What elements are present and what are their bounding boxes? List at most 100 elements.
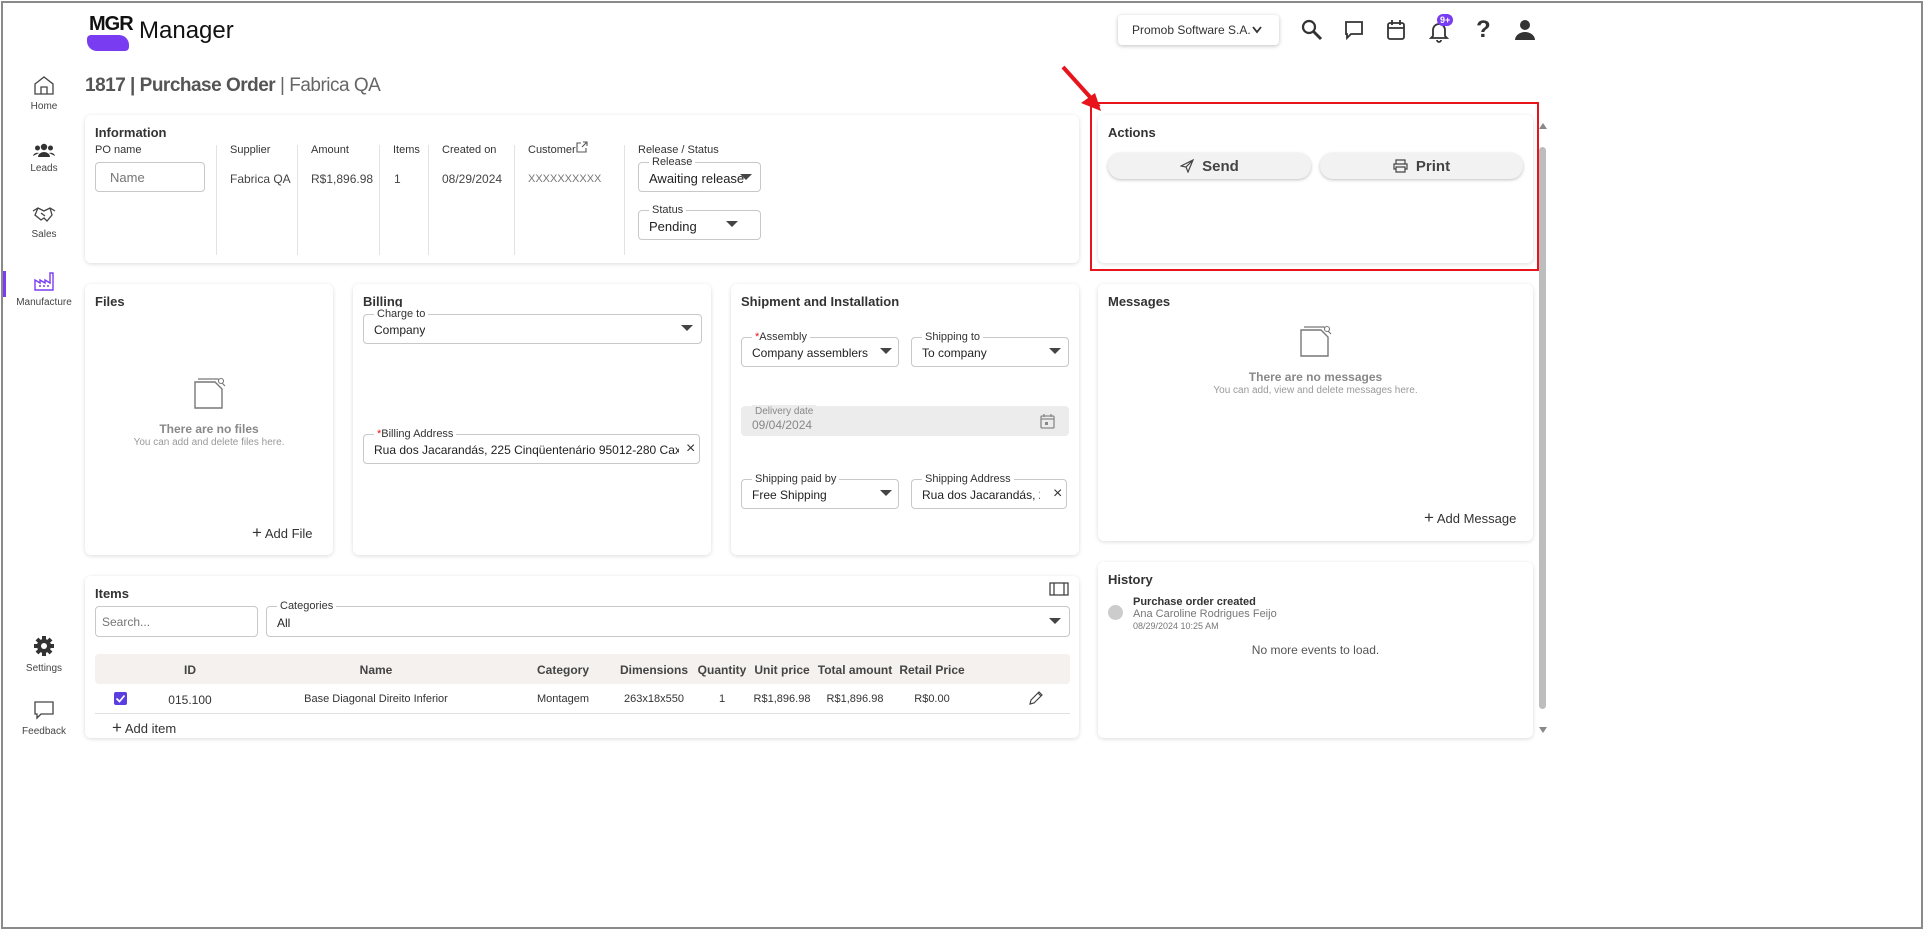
charge-to-value: Company bbox=[374, 323, 426, 337]
calendar-icon[interactable] bbox=[1386, 19, 1406, 41]
add-file-button[interactable]: + Add File bbox=[252, 523, 313, 543]
add-file-label: Add File bbox=[264, 526, 313, 541]
caret-down-icon bbox=[1049, 618, 1061, 624]
sidebar-label: Sales bbox=[31, 229, 57, 240]
files-empty-subtitle: You can add and delete files here. bbox=[133, 437, 285, 448]
shipping-address-field[interactable]: Shipping Address Rua dos Jacarandás, 225… bbox=[911, 472, 1067, 509]
calendar-icon[interactable] bbox=[1040, 413, 1055, 429]
sidebar-item-leads[interactable]: Leads bbox=[3, 143, 85, 174]
plus-icon: + bbox=[252, 523, 262, 542]
scroll-up-arrow[interactable] bbox=[1539, 123, 1547, 129]
customer-value: XXXXXXXXXX bbox=[528, 173, 602, 185]
column-header-unit-price[interactable]: Unit price bbox=[754, 663, 809, 677]
scroll-down-arrow[interactable] bbox=[1539, 727, 1547, 733]
billing-address-field[interactable]: *Billing Address Rua dos Jacarandás, 225… bbox=[363, 427, 700, 464]
external-link-icon[interactable] bbox=[576, 141, 588, 153]
event-dot bbox=[1108, 605, 1123, 620]
release-value: Awaiting release bbox=[649, 171, 745, 186]
items-search-input[interactable] bbox=[95, 606, 258, 637]
status-select[interactable]: Status Pending bbox=[638, 203, 761, 240]
cell-id: 015.100 bbox=[168, 693, 212, 707]
sidebar-item-settings[interactable]: Settings bbox=[3, 635, 85, 674]
notifications-button[interactable]: 9+ bbox=[1429, 14, 1455, 43]
divider bbox=[216, 145, 217, 255]
items-value: 1 bbox=[394, 172, 401, 186]
scrollbar-thumb[interactable] bbox=[1539, 147, 1546, 709]
column-header-dimensions[interactable]: Dimensions bbox=[620, 663, 688, 677]
history-end-message: No more events to load. bbox=[1251, 643, 1380, 657]
user-avatar-icon[interactable] bbox=[1513, 18, 1537, 42]
sidebar-item-home[interactable]: Home bbox=[3, 75, 85, 112]
add-message-button[interactable]: + Add Message bbox=[1424, 508, 1516, 528]
clear-icon[interactable]: × bbox=[686, 440, 695, 458]
messages-empty-subtitle: You can add, view and delete messages he… bbox=[1213, 385, 1418, 396]
sidebar-item-sales[interactable]: Sales bbox=[3, 205, 85, 240]
notification-badge: 9+ bbox=[1437, 14, 1454, 26]
cell-total-amount: R$1,896.98 bbox=[826, 693, 884, 705]
feedback-icon bbox=[34, 701, 54, 720]
assembly-select[interactable]: *Assembly Company assemblers bbox=[741, 330, 899, 367]
messages-empty-title: There are no messages bbox=[1248, 370, 1383, 384]
company-name: Promob Software S.A. bbox=[1132, 23, 1251, 37]
customer-label: Customer bbox=[528, 144, 576, 156]
row-checkbox[interactable] bbox=[114, 692, 127, 705]
search-icon[interactable] bbox=[1301, 19, 1323, 41]
app-name: Manager bbox=[139, 17, 234, 44]
columns-toggle-icon[interactable] bbox=[1049, 582, 1069, 596]
delivery-date-field[interactable]: Delivery date 09/04/2024 bbox=[741, 405, 1069, 436]
column-header-quantity[interactable]: Quantity bbox=[698, 663, 747, 677]
charge-to-label: Charge to bbox=[374, 307, 429, 321]
annotation-arrow-icon bbox=[1061, 65, 1101, 111]
sidebar-label: Manufacture bbox=[16, 297, 72, 308]
column-header-id[interactable]: ID bbox=[184, 663, 196, 677]
sidebar-label: Feedback bbox=[22, 726, 66, 737]
company-selector[interactable]: Promob Software S.A. bbox=[1118, 15, 1279, 45]
column-header-category[interactable]: Category bbox=[537, 663, 589, 677]
shipping-address-value: Rua dos Jacarandás, 225 bbox=[922, 488, 1040, 502]
shipping-paid-by-select[interactable]: Shipping paid by Free Shipping bbox=[741, 472, 899, 509]
release-select[interactable]: Release Awaiting release bbox=[638, 155, 761, 192]
delivery-date-value: 09/04/2024 bbox=[752, 418, 813, 432]
scrollbar-track[interactable] bbox=[1538, 123, 1548, 735]
clear-icon[interactable]: × bbox=[1053, 485, 1062, 503]
edit-pencil-icon[interactable] bbox=[1028, 690, 1044, 706]
divider bbox=[624, 145, 625, 255]
billing-address-value: Rua dos Jacarandás, 225 Cinqüentenário 9… bbox=[374, 443, 679, 457]
categories-select[interactable]: Categories All bbox=[266, 599, 1070, 637]
assembly-label: *Assembly bbox=[752, 330, 810, 344]
empty-file-icon bbox=[194, 377, 226, 409]
plus-icon: + bbox=[1424, 508, 1434, 527]
po-name-input[interactable] bbox=[95, 162, 205, 192]
caret-down-icon bbox=[681, 325, 693, 331]
app-logo[interactable]: MGR bbox=[87, 13, 134, 51]
column-header-retail-price[interactable]: Retail Price bbox=[899, 663, 964, 677]
gear-icon bbox=[34, 636, 54, 656]
shipping-to-select[interactable]: Shipping to To company bbox=[911, 330, 1069, 367]
leads-icon bbox=[33, 143, 55, 157]
cell-unit-price: R$1,896.98 bbox=[753, 693, 811, 705]
chat-icon[interactable] bbox=[1344, 20, 1364, 40]
plus-icon: + bbox=[112, 718, 122, 737]
check-icon bbox=[115, 694, 126, 703]
supplier-label: Supplier bbox=[230, 144, 271, 156]
assembly-value: Company assemblers bbox=[752, 346, 869, 360]
messages-card: Messages There are no messages You can a… bbox=[1098, 284, 1533, 541]
add-item-button[interactable]: + Add item bbox=[112, 718, 176, 738]
empty-message-icon bbox=[1300, 325, 1332, 357]
sidebar-label: Settings bbox=[25, 663, 63, 674]
files-card: Files There are no files You can add and… bbox=[85, 284, 333, 555]
created-value: 08/29/2024 bbox=[442, 172, 503, 186]
page-title-sub: | Fabrica QA bbox=[280, 75, 381, 96]
files-empty-title: There are no files bbox=[159, 422, 259, 436]
logo-shape bbox=[87, 35, 129, 51]
help-icon[interactable]: ? bbox=[1476, 16, 1491, 44]
page-title: 1817 | Purchase Order | Fabrica QA bbox=[85, 75, 381, 97]
column-header-total-amount[interactable]: Total amount bbox=[818, 663, 892, 677]
supplier-value: Fabrica QA bbox=[230, 172, 291, 186]
sidebar-item-manufacture[interactable]: Manufacture bbox=[3, 271, 85, 308]
charge-to-select[interactable]: Charge to Company bbox=[363, 307, 702, 344]
created-label: Created on bbox=[442, 144, 497, 156]
cell-name: Base Diagonal Direito Inferior bbox=[304, 693, 448, 705]
sidebar-item-feedback[interactable]: Feedback bbox=[3, 700, 85, 737]
column-header-name[interactable]: Name bbox=[360, 663, 393, 677]
